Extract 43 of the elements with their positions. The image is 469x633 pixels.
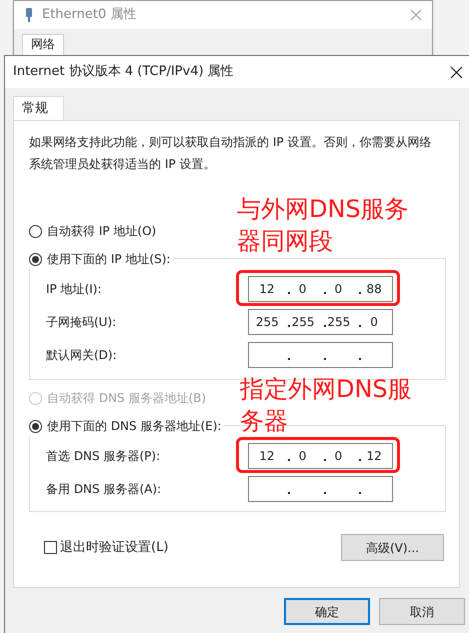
close-icon[interactable] — [450, 66, 463, 78]
advanced-button[interactable]: 高级(V)... — [341, 534, 444, 561]
tab[interactable]: 常规 — [13, 96, 64, 120]
ip-address-field[interactable] — [248, 476, 393, 502]
octet-text: 0 — [334, 280, 344, 298]
octet-text: 0 — [298, 280, 308, 298]
window-title: Ethernet0 属性 — [42, 6, 136, 24]
field-label: 默认网关(D): — [46, 346, 118, 364]
octet-text: 255 — [292, 314, 314, 330]
octet-text: 255 — [256, 314, 278, 330]
ip-address-field[interactable]: 12 0 0 12 — [248, 442, 393, 468]
octet-text: 12 — [258, 448, 276, 464]
radio-button[interactable] — [29, 224, 42, 238]
field-label: 首选 DNS 服务器(P): — [46, 448, 162, 464]
ip-address-field[interactable] — [248, 342, 393, 368]
dialog-title: Internet 协议版本 4 (TCP/IPv4) 属性 — [13, 63, 234, 82]
radio-label: 自动获得 IP 地址(O) — [47, 223, 156, 240]
description-text: 如果网络支持此功能，则可以获取自动指派的 IP 设置。否则，你需要从网络系统管理员处获得适当的 IP 设置。 — [29, 134, 432, 173]
dialog-button[interactable]: 取消 — [379, 598, 465, 625]
tab[interactable]: 网络 — [22, 34, 64, 57]
octet-text: 88 — [365, 280, 383, 298]
annotation-text: 与外网DNS服务器同网段 — [237, 194, 410, 257]
radio-label: 使用下面的 DNS 服务器地址(E): — [47, 418, 222, 435]
ip-address-field[interactable]: 12 0 0 88 — [248, 276, 393, 302]
octet-text: 12 — [258, 280, 276, 298]
octet-text: 12 — [365, 448, 383, 464]
ip-address-field[interactable]: 255 255 255 0 — [248, 308, 393, 334]
octet-text: 0 — [298, 448, 308, 464]
field-label: 子网掩码(U): — [46, 314, 118, 330]
octet-text: 0 — [369, 314, 379, 330]
radio-button[interactable] — [29, 420, 42, 432]
field-label: IP 地址(I): — [46, 280, 103, 298]
radio-button[interactable] — [29, 252, 42, 266]
annotation-text: 指定外网DNS服务器 — [240, 374, 413, 437]
radio-label: 使用下面的 IP 地址(S): — [47, 251, 170, 268]
checkbox[interactable] — [44, 541, 57, 554]
octet-text: 255 — [327, 314, 350, 330]
dialog-button[interactable]: 确定 — [284, 598, 370, 625]
checkbox-label: 退出时验证设置(L) — [60, 538, 168, 557]
octet-text: 0 — [334, 448, 344, 464]
radio-label: 自动获得 DNS 服务器地址(B) — [47, 390, 206, 407]
network-adapter-icon — [24, 7, 34, 23]
field-label: 备用 DNS 服务器(A): — [46, 480, 162, 498]
